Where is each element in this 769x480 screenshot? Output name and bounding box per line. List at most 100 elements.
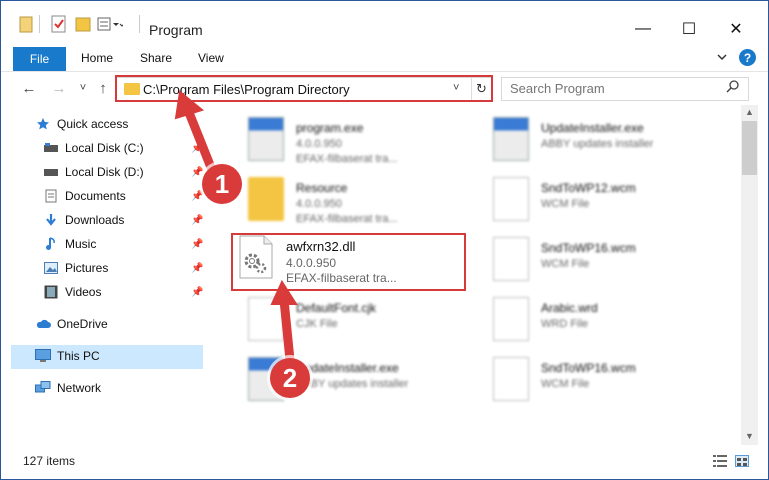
scroll-up-icon[interactable]: ▲ [745,107,754,117]
file-item[interactable]: Arabic.wrd WRD File [471,289,711,349]
document-icon [248,297,284,341]
navigation-pane: Quick access Local Disk (C:) Local Disk … [1,105,206,445]
exe-file-icon [248,117,284,161]
sidebar-item-videos[interactable]: Videos [43,281,101,303]
scroll-thumb[interactable] [742,121,757,175]
file-explorer-window: Program — ☐ ✕ File Home Share View ? ← →… [0,0,769,480]
status-bar: 127 items [1,449,768,473]
dll-item-highlight [231,233,466,291]
sidebar-item-label: OneDrive [57,317,108,331]
file-name: DefaultFont.cjk [296,301,377,315]
search-input[interactable] [510,81,720,96]
music-icon [43,237,59,251]
pin-icon[interactable]: 📌 [191,263,203,274]
sidebar-item-label: Local Disk (D:) [65,165,144,179]
tab-view[interactable]: View [198,51,224,65]
title-bar: Program — ☐ ✕ [1,1,768,45]
file-item[interactable]: UpdateInstaller.exe ABBY updates install… [226,349,466,409]
file-name: UpdateInstaller.exe [541,121,644,135]
forward-button[interactable]: → [49,78,69,98]
help-button[interactable]: ? [739,49,756,66]
drive-icon [43,165,59,179]
vertical-scrollbar[interactable]: ▲ ▼ [741,105,758,445]
item-count: 127 items [23,454,76,468]
pin-icon[interactable]: 📌 [191,143,203,154]
drive-icon [43,141,59,155]
star-icon [35,117,51,131]
sidebar-item-downloads[interactable]: Downloads [43,209,124,231]
close-button[interactable]: ✕ [713,14,759,44]
videos-icon [43,285,59,299]
sidebar-item-documents[interactable]: Documents [43,185,126,207]
sidebar-item-label: Network [57,381,102,395]
new-folder-icon[interactable] [75,15,91,35]
file-name: program.exe [296,121,364,135]
file-item[interactable]: SndToWP16.wcm WCM File [471,349,711,409]
sidebar-item-label: Videos [65,285,102,299]
scroll-down-icon[interactable]: ▼ [745,431,754,441]
sidebar-item-quick-access[interactable]: Quick access [35,113,128,135]
file-name: Arabic.wrd [541,301,598,315]
file-item[interactable]: SndToWP12.wcm WCM File [471,169,711,229]
pin-icon[interactable]: 📌 [191,191,203,202]
sidebar-item-label: This PC [57,349,100,363]
file-name: Resource [296,181,348,195]
file-type: WCM File [541,198,590,210]
sidebar-item-music[interactable]: Music [43,233,96,255]
file-item[interactable]: UpdateInstaller.exe ABBY updates install… [471,109,711,169]
step-1-badge: 1 [202,164,242,204]
sidebar-item-label: Music [65,237,97,251]
up-button[interactable]: ↑ [93,78,113,98]
file-version: 4.0.0.950 [296,198,342,210]
folder-item[interactable]: Resource 4.0.0.950 EFAX-filbaserat tra..… [226,169,466,229]
file-name: SndToWP16.wcm [541,241,636,255]
file-item[interactable]: DefaultFont.cjk CJK File [226,289,466,349]
sidebar-item-label: Downloads [65,213,125,227]
documents-icon [43,189,59,203]
search-box[interactable] [501,77,749,101]
file-item[interactable]: SndToWP16.wcm WCM File [471,229,711,289]
navigation-bar: ← → ˅ ↑ C:\Program Files\Program Directo… [1,71,768,105]
tab-share[interactable]: Share [140,51,172,65]
download-icon [43,213,59,227]
address-bar-highlight [115,75,493,102]
ribbon-tabs: File Home Share View ? [1,45,768,71]
file-type: CJK File [296,318,338,330]
file-description: ABBY updates installer [296,378,409,390]
large-icons-view-icon[interactable] [735,455,749,467]
properties-icon[interactable] [51,15,67,35]
file-description: EFAX-filbaserat tra... [296,153,398,165]
customize-toolbar-icon[interactable] [97,15,125,35]
computer-icon [35,349,51,363]
file-item[interactable]: program.exe 4.0.0.950 EFAX-filbaserat tr… [226,109,466,169]
pin-icon[interactable]: 📌 [191,287,203,298]
sidebar-item-pictures[interactable]: Pictures [43,257,108,279]
minimize-button[interactable]: — [620,14,666,44]
pin-icon[interactable]: 📌 [191,239,203,250]
details-view-icon[interactable] [713,455,727,467]
expand-ribbon-icon[interactable] [716,51,728,65]
cloud-icon [35,317,51,331]
document-icon [493,297,529,341]
pin-icon[interactable]: 📌 [191,215,203,226]
tab-home[interactable]: Home [81,51,113,65]
sidebar-item-this-pc[interactable]: This PC [35,345,100,367]
back-button[interactable]: ← [19,78,39,98]
file-name: SndToWP16.wcm [541,361,636,375]
search-icon[interactable] [726,80,739,96]
recent-locations-button[interactable]: ˅ [73,78,93,98]
maximize-button[interactable]: ☐ [666,14,712,44]
folder-icon [19,15,33,35]
sidebar-item-network[interactable]: Network [35,377,101,399]
pin-icon[interactable]: 📌 [191,167,203,178]
file-name: SndToWP12.wcm [541,181,636,195]
step-2-badge: 2 [270,358,310,398]
sidebar-item-onedrive[interactable]: OneDrive [35,313,108,335]
sidebar-item-local-disk-d[interactable]: Local Disk (D:) [43,161,144,183]
tab-file[interactable]: File [13,47,66,71]
folder-icon [248,177,284,221]
document-icon [493,177,529,221]
sidebar-item-local-disk-c[interactable]: Local Disk (C:) [43,137,144,159]
file-type: WCM File [541,378,590,390]
file-description: ABBY updates installer [541,138,654,150]
